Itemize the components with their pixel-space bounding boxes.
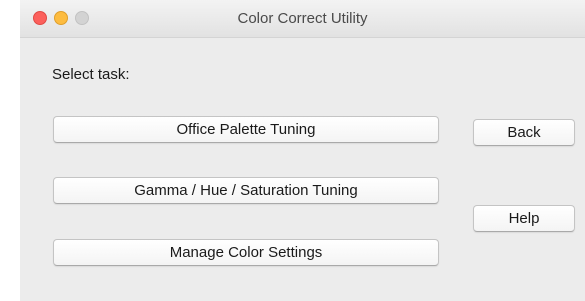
window-title: Color Correct Utility <box>237 10 368 27</box>
gamma-hue-saturation-tuning-button[interactable]: Gamma / Hue / Saturation Tuning <box>53 177 439 204</box>
office-palette-tuning-button[interactable]: Office Palette Tuning <box>53 116 439 143</box>
manage-color-settings-button[interactable]: Manage Color Settings <box>53 239 439 266</box>
back-button[interactable]: Back <box>473 119 575 146</box>
utility-window: Color Correct Utility Select task: Offic… <box>20 0 585 301</box>
help-button[interactable]: Help <box>473 205 575 232</box>
select-task-label: Select task: <box>52 66 130 83</box>
title-bar[interactable]: Color Correct Utility <box>20 0 585 38</box>
